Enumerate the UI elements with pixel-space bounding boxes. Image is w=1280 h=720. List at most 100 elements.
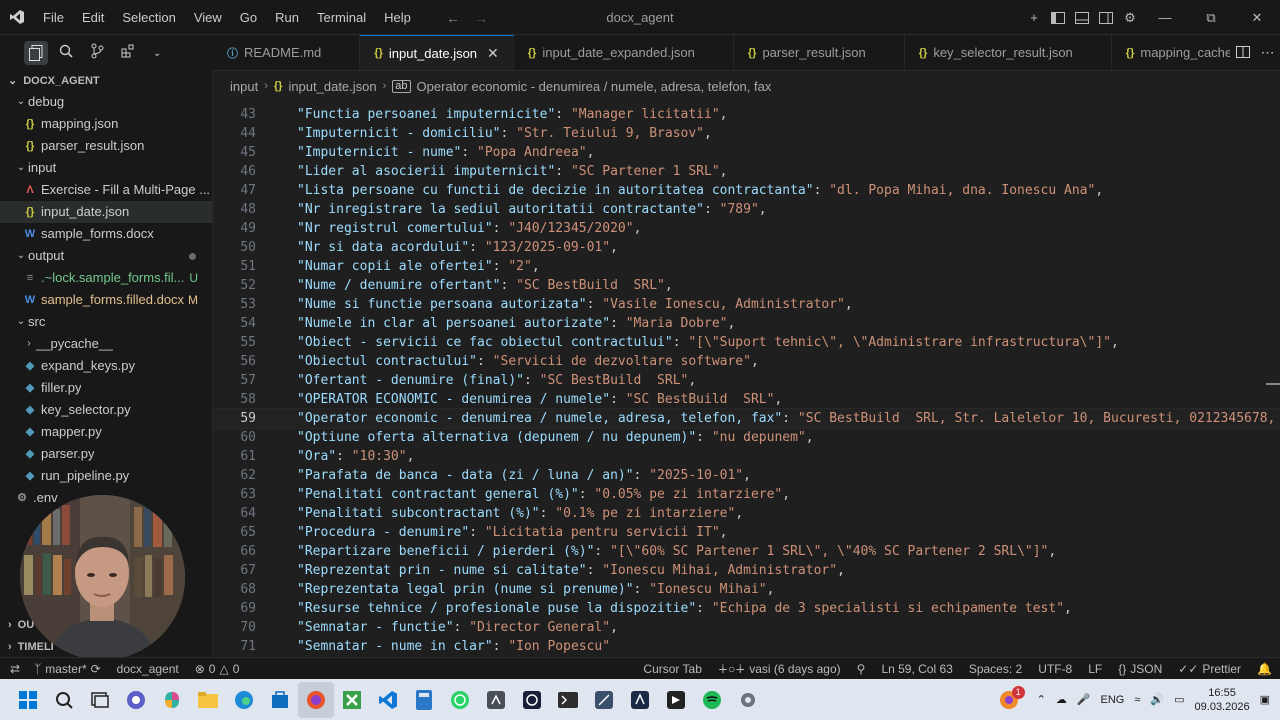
add-icon[interactable]: + xyxy=(1022,0,1046,35)
menu-run[interactable]: Run xyxy=(266,0,308,35)
search-icon[interactable] xyxy=(59,44,73,62)
code-line[interactable]: 65 "Procedura - denumire": "Licitatia pen… xyxy=(213,523,1280,542)
gear-icon[interactable]: ⚙ xyxy=(1118,0,1142,35)
tree-file[interactable]: Wsample_forms.docx xyxy=(0,223,212,245)
breadcrumb-symbol[interactable]: Operator economic - denumirea / numele, … xyxy=(417,79,772,94)
code-line[interactable]: 58 "OPERATOR ECONOMIC - denumirea / numel… xyxy=(213,390,1280,409)
toggle-sidebar-icon[interactable] xyxy=(1046,0,1070,35)
edge-browser-icon[interactable] xyxy=(226,682,262,718)
code-line[interactable]: 67 "Reprezentat prin - nume si calitate":… xyxy=(213,561,1280,580)
restore-button[interactable]: ⧉ xyxy=(1188,0,1234,35)
code-editor[interactable]: 43 "Functia persoanei imputernicite": "Ma… xyxy=(213,101,1280,657)
toggle-secondary-sidebar-icon[interactable] xyxy=(1094,0,1118,35)
code-line[interactable]: 56 "Obiectul contractului": "Servicii de … xyxy=(213,352,1280,371)
back-arrow-icon[interactable]: ← xyxy=(446,10,460,26)
close-window-button[interactable]: ✕ xyxy=(1234,0,1280,35)
code-line[interactable]: 57 "Ofertant - denumire (final)": "SC Bes… xyxy=(213,371,1280,390)
explorer-icon[interactable] xyxy=(24,41,48,65)
code-line[interactable]: 52 "Nume / denumire ofertant": "SC BestBu… xyxy=(213,276,1280,295)
whatsapp-icon[interactable] xyxy=(442,682,478,718)
tree-file[interactable]: ◆ filler.py xyxy=(0,377,212,399)
chevron-up-icon[interactable]: ⌃ xyxy=(1037,693,1046,706)
notification-center-icon[interactable]: ▣ xyxy=(1260,693,1270,706)
code-line[interactable]: 69 "Resurse tehnice / profesionale puse l… xyxy=(213,599,1280,618)
terminal-icon[interactable] xyxy=(550,682,586,718)
input-language[interactable]: ENG xyxy=(1101,694,1125,706)
more-actions-icon[interactable]: ⋯ xyxy=(1261,44,1275,61)
minimize-button[interactable]: — xyxy=(1142,0,1188,35)
tab-key-selector-result-json[interactable]: {} key_selector_result.json xyxy=(905,35,1112,70)
source-control-icon[interactable] xyxy=(90,43,104,63)
spreadsheet-icon[interactable] xyxy=(334,682,370,718)
code-line[interactable]: 68 "Reprezentata legal prin (nume si pren… xyxy=(213,580,1280,599)
zoom-icon[interactable]: ⚲ xyxy=(849,662,874,676)
language-mode[interactable]: {} JSON xyxy=(1110,662,1170,676)
code-line[interactable]: 53 "Nume si functie persoana autorizata":… xyxy=(213,295,1280,314)
menu-go[interactable]: Go xyxy=(231,0,266,35)
tree-file[interactable]: ◆ run_pipeline.py xyxy=(0,465,212,487)
code-line[interactable]: 44 "Imputernicit - domiciliu": "Str. Teiu… xyxy=(213,124,1280,143)
outline-section[interactable]: › OU xyxy=(0,615,34,635)
vscode-icon[interactable] xyxy=(370,682,406,718)
copilot-icon[interactable] xyxy=(154,682,190,718)
notifications-icon[interactable]: 🔔 xyxy=(1249,662,1280,676)
remote-indicator[interactable]: ⇄ xyxy=(0,662,26,676)
tree-file[interactable]: {} mapping.json xyxy=(0,113,212,135)
breadcrumb-folder[interactable]: input xyxy=(230,79,258,94)
file-explorer-icon[interactable] xyxy=(190,682,226,718)
tab-parser-result-json[interactable]: {} parser_result.json xyxy=(734,35,905,70)
encoding[interactable]: UTF-8 xyxy=(1030,662,1080,676)
spotify-icon[interactable] xyxy=(694,682,730,718)
git-blame[interactable]: ∔○∔ vasi (6 days ago) xyxy=(710,662,849,676)
tree-file[interactable]: ≡ .~lock.sample_forms.fil... U xyxy=(0,267,212,289)
code-line[interactable]: 66 "Repartizare beneficii / pierderi (%)"… xyxy=(213,542,1280,561)
cloud-icon[interactable]: ☁ xyxy=(1056,693,1067,706)
end-of-line[interactable]: LF xyxy=(1080,662,1110,676)
close-icon[interactable]: ✕ xyxy=(487,45,499,62)
clock[interactable]: 16:55 09.03.2026 xyxy=(1195,686,1250,714)
menu-terminal[interactable]: Terminal xyxy=(308,0,375,35)
settings-gear-icon[interactable] xyxy=(730,682,766,718)
code-line[interactable]: 46 "Lider al asocierii imputernicit": "SC… xyxy=(213,162,1280,181)
timeline-section[interactable]: › TIMELI xyxy=(0,637,54,657)
code-line[interactable]: 61 "Ora": "10:30", xyxy=(213,447,1280,466)
menu-view[interactable]: View xyxy=(185,0,231,35)
code-line[interactable]: 48 "Nr inregistrare la sediul autoritatii… xyxy=(213,200,1280,219)
chevron-down-icon[interactable]: ⌄ xyxy=(153,48,161,59)
tree-file[interactable]: ◆ mapper.py xyxy=(0,421,212,443)
chat-app-icon[interactable] xyxy=(118,682,154,718)
code-line[interactable]: 63 "Penalitati contractant general (%)": … xyxy=(213,485,1280,504)
code-line[interactable]: 54 "Numele in clar al persoanei autorizat… xyxy=(213,314,1280,333)
code-line[interactable]: 45 "Imputernicit - nume": "Popa Andreea", xyxy=(213,143,1280,162)
tree-file[interactable]: {} parser_result.json xyxy=(0,135,212,157)
explorer-root[interactable]: ⌄ DOCX_AGENT xyxy=(0,71,212,91)
code-line[interactable]: 49 "Nr registrul comertului": "J40/12345/… xyxy=(213,219,1280,238)
tab-input-date-json[interactable]: {} input_date.json ✕ xyxy=(360,35,514,70)
firefox-tray-icon[interactable]: 1 xyxy=(991,682,1027,718)
code-line[interactable]: 71 "Semnatar - nume in clar": "Ion Popesc… xyxy=(213,637,1280,656)
menu-file[interactable]: File xyxy=(34,0,73,35)
tree-file[interactable]: {} input_date.json xyxy=(0,201,212,223)
task-view-icon[interactable] xyxy=(82,682,118,718)
formatter[interactable]: ✓✓ Prettier xyxy=(1170,662,1249,676)
code-line[interactable]: 62 "Parafata de banca - data (zi / luna /… xyxy=(213,466,1280,485)
code-line[interactable]: 70 "Semnatar - functie": "Director Genera… xyxy=(213,618,1280,637)
ide-app-icon[interactable] xyxy=(622,682,658,718)
code-line[interactable]: 64 "Penalitati subcontractant (%)": "0.1%… xyxy=(213,504,1280,523)
tree-folder[interactable]: ⌄ output xyxy=(0,245,212,267)
volume-icon[interactable]: 🔊 xyxy=(1150,693,1164,706)
indentation[interactable]: Spaces: 2 xyxy=(961,662,1030,676)
code-line[interactable]: 55 "Obiect - servicii ce fac obiectul con… xyxy=(213,333,1280,352)
workspace-name[interactable]: docx_agent xyxy=(109,662,187,676)
tree-file[interactable]: Λ Exercise - Fill a Multi-Page ... xyxy=(0,179,212,201)
app-icon[interactable] xyxy=(478,682,514,718)
tab-readme-md[interactable]: ⓘ README.md xyxy=(213,35,361,70)
firefox-icon[interactable] xyxy=(298,682,334,718)
tab-input-date-expanded-json[interactable]: {} input_date_expanded.json xyxy=(514,35,734,70)
code-line[interactable]: 60 "Optiune oferta alternativa (depunem /… xyxy=(213,428,1280,447)
tree-folder[interactable]: ⌄ src xyxy=(0,311,212,333)
tree-file[interactable]: Wsample_forms.filled.docx M xyxy=(0,289,212,311)
problems-indicator[interactable]: ⊗ 0 △ 0 xyxy=(187,662,248,676)
tree-folder[interactable]: › __pycache__ xyxy=(0,333,212,355)
menu-edit[interactable]: Edit xyxy=(73,0,113,35)
